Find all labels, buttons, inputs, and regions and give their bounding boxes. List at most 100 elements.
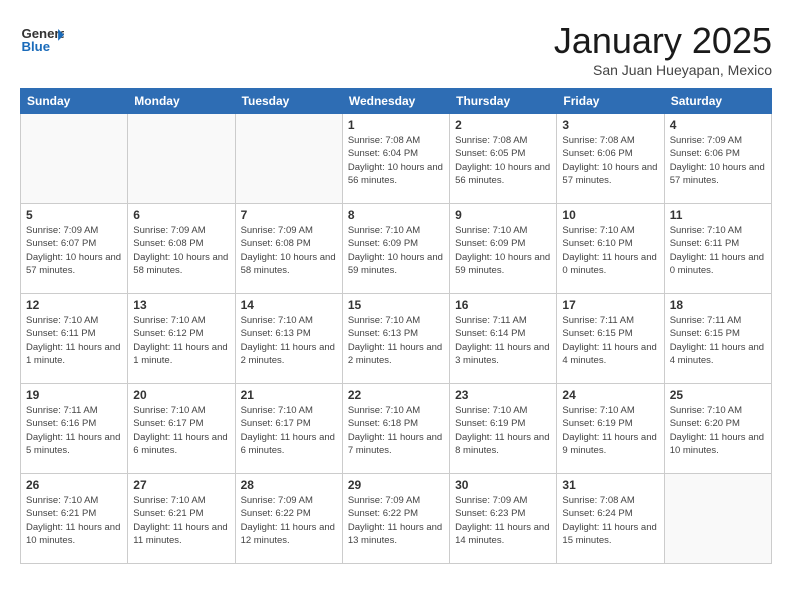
calendar-cell: 13Sunrise: 7:10 AMSunset: 6:12 PMDayligh…	[128, 294, 235, 384]
calendar-cell: 1 Sunrise: 7:08 AMSunset: 6:04 PMDaylight…	[342, 114, 449, 204]
day-number: 4	[670, 118, 766, 132]
day-number: 18	[670, 298, 766, 312]
day-info: Sunrise: 7:08 AMSunset: 6:05 PMDaylight:…	[455, 134, 551, 187]
day-info: Sunrise: 7:09 AMSunset: 6:22 PMDaylight:…	[348, 494, 444, 547]
calendar-cell: 27 Sunrise: 7:10 AMSunset: 6:21 PMDayligh…	[128, 474, 235, 564]
day-info: Sunrise: 7:10 AMSunset: 6:11 PMDaylight:…	[26, 314, 122, 367]
day-number: 29	[348, 478, 444, 492]
day-info: Sunrise: 7:09 AMSunset: 6:08 PMDaylight:…	[133, 224, 229, 277]
calendar-cell: 8 Sunrise: 7:10 AMSunset: 6:09 PMDaylight…	[342, 204, 449, 294]
calendar-cell: 14Sunrise: 7:10 AMSunset: 6:13 PMDayligh…	[235, 294, 342, 384]
calendar-cell	[235, 114, 342, 204]
calendar-week-row: 26Sunrise: 7:10 AMSunset: 6:21 PMDayligh…	[21, 474, 772, 564]
day-number: 12	[26, 298, 122, 312]
day-info: Sunrise: 7:09 AMSunset: 6:23 PMDaylight:…	[455, 494, 551, 547]
calendar-week-row: 12 Sunrise: 7:10 AMSunset: 6:11 PMDayligh…	[21, 294, 772, 384]
calendar-cell: 12 Sunrise: 7:10 AMSunset: 6:11 PMDayligh…	[21, 294, 128, 384]
calendar-cell: 16Sunrise: 7:11 AMSunset: 6:14 PMDayligh…	[450, 294, 557, 384]
calendar-cell: 25 Sunrise: 7:10 AMSunset: 6:20 PMDayligh…	[664, 384, 771, 474]
day-number: 30	[455, 478, 551, 492]
day-info: Sunrise: 7:10 AMSunset: 6:21 PMDaylight:…	[133, 494, 229, 547]
day-info: Sunrise: 7:10 AMSunset: 6:11 PMDaylight:…	[670, 224, 766, 277]
calendar-cell: 11 Sunrise: 7:10 AMSunset: 6:11 PMDayligh…	[664, 204, 771, 294]
logo: General Blue	[20, 20, 64, 60]
day-info: Sunrise: 7:10 AMSunset: 6:21 PMDaylight:…	[26, 494, 122, 547]
calendar-week-row: 5 Sunrise: 7:09 AMSunset: 6:07 PMDaylight…	[21, 204, 772, 294]
day-info: Sunrise: 7:09 AMSunset: 6:22 PMDaylight:…	[241, 494, 337, 547]
calendar-cell	[21, 114, 128, 204]
day-info: Sunrise: 7:10 AMSunset: 6:09 PMDaylight:…	[455, 224, 551, 277]
calendar-cell: 18 Sunrise: 7:11 AMSunset: 6:15 PMDayligh…	[664, 294, 771, 384]
day-number: 6	[133, 208, 229, 222]
day-number: 16	[455, 298, 551, 312]
col-header-tuesday: Tuesday	[235, 89, 342, 114]
day-number: 21	[241, 388, 337, 402]
calendar-cell: 9Sunrise: 7:10 AMSunset: 6:09 PMDaylight…	[450, 204, 557, 294]
day-info: Sunrise: 7:11 AMSunset: 6:15 PMDaylight:…	[670, 314, 766, 367]
calendar-cell: 15 Sunrise: 7:10 AMSunset: 6:13 PMDayligh…	[342, 294, 449, 384]
calendar-cell	[664, 474, 771, 564]
day-number: 8	[348, 208, 444, 222]
day-info: Sunrise: 7:10 AMSunset: 6:19 PMDaylight:…	[455, 404, 551, 457]
day-info: Sunrise: 7:10 AMSunset: 6:20 PMDaylight:…	[670, 404, 766, 457]
day-info: Sunrise: 7:09 AMSunset: 6:06 PMDaylight:…	[670, 134, 766, 187]
day-number: 17	[562, 298, 658, 312]
day-info: Sunrise: 7:09 AMSunset: 6:08 PMDaylight:…	[241, 224, 337, 277]
calendar-cell: 7 Sunrise: 7:09 AMSunset: 6:08 PMDaylight…	[235, 204, 342, 294]
calendar-cell: 22 Sunrise: 7:10 AMSunset: 6:18 PMDayligh…	[342, 384, 449, 474]
day-info: Sunrise: 7:08 AMSunset: 6:06 PMDaylight:…	[562, 134, 658, 187]
day-info: Sunrise: 7:10 AMSunset: 6:13 PMDaylight:…	[348, 314, 444, 367]
day-info: Sunrise: 7:10 AMSunset: 6:13 PMDaylight:…	[241, 314, 337, 367]
col-header-thursday: Thursday	[450, 89, 557, 114]
day-number: 15	[348, 298, 444, 312]
col-header-saturday: Saturday	[664, 89, 771, 114]
calendar-cell: 2Sunrise: 7:08 AMSunset: 6:05 PMDaylight…	[450, 114, 557, 204]
month-title: January 2025	[554, 20, 772, 62]
day-info: Sunrise: 7:10 AMSunset: 6:10 PMDaylight:…	[562, 224, 658, 277]
day-info: Sunrise: 7:10 AMSunset: 6:09 PMDaylight:…	[348, 224, 444, 277]
day-info: Sunrise: 7:08 AMSunset: 6:04 PMDaylight:…	[348, 134, 444, 187]
day-number: 25	[670, 388, 766, 402]
calendar-week-row: 19 Sunrise: 7:11 AMSunset: 6:16 PMDayligh…	[21, 384, 772, 474]
title-block: January 2025 San Juan Hueyapan, Mexico	[554, 20, 772, 78]
day-number: 13	[133, 298, 229, 312]
day-info: Sunrise: 7:10 AMSunset: 6:18 PMDaylight:…	[348, 404, 444, 457]
day-number: 20	[133, 388, 229, 402]
calendar-cell: 23 Sunrise: 7:10 AMSunset: 6:19 PMDayligh…	[450, 384, 557, 474]
day-info: Sunrise: 7:09 AMSunset: 6:07 PMDaylight:…	[26, 224, 122, 277]
day-info: Sunrise: 7:11 AMSunset: 6:16 PMDaylight:…	[26, 404, 122, 457]
day-number: 1	[348, 118, 444, 132]
day-info: Sunrise: 7:10 AMSunset: 6:19 PMDaylight:…	[562, 404, 658, 457]
page-header: General Blue January 2025 San Juan Hueya…	[20, 20, 772, 78]
calendar-cell: 24Sunrise: 7:10 AMSunset: 6:19 PMDayligh…	[557, 384, 664, 474]
calendar-cell: 17Sunrise: 7:11 AMSunset: 6:15 PMDayligh…	[557, 294, 664, 384]
calendar-header-row: SundayMondayTuesdayWednesdayThursdayFrid…	[21, 89, 772, 114]
day-number: 19	[26, 388, 122, 402]
col-header-monday: Monday	[128, 89, 235, 114]
day-number: 7	[241, 208, 337, 222]
day-number: 27	[133, 478, 229, 492]
day-number: 10	[562, 208, 658, 222]
calendar-cell: 5 Sunrise: 7:09 AMSunset: 6:07 PMDaylight…	[21, 204, 128, 294]
col-header-friday: Friday	[557, 89, 664, 114]
calendar-cell: 28 Sunrise: 7:09 AMSunset: 6:22 PMDayligh…	[235, 474, 342, 564]
day-number: 3	[562, 118, 658, 132]
day-number: 11	[670, 208, 766, 222]
calendar-table: SundayMondayTuesdayWednesdayThursdayFrid…	[20, 88, 772, 564]
day-info: Sunrise: 7:10 AMSunset: 6:17 PMDaylight:…	[241, 404, 337, 457]
day-number: 23	[455, 388, 551, 402]
day-number: 31	[562, 478, 658, 492]
calendar-cell: 30 Sunrise: 7:09 AMSunset: 6:23 PMDayligh…	[450, 474, 557, 564]
day-number: 28	[241, 478, 337, 492]
location: San Juan Hueyapan, Mexico	[554, 62, 772, 78]
calendar-cell: 6 Sunrise: 7:09 AMSunset: 6:08 PMDaylight…	[128, 204, 235, 294]
calendar-cell: 20Sunrise: 7:10 AMSunset: 6:17 PMDayligh…	[128, 384, 235, 474]
day-number: 22	[348, 388, 444, 402]
calendar-cell: 19 Sunrise: 7:11 AMSunset: 6:16 PMDayligh…	[21, 384, 128, 474]
day-number: 5	[26, 208, 122, 222]
svg-text:Blue: Blue	[21, 39, 50, 54]
calendar-cell	[128, 114, 235, 204]
calendar-cell: 21 Sunrise: 7:10 AMSunset: 6:17 PMDayligh…	[235, 384, 342, 474]
calendar-cell: 4 Sunrise: 7:09 AMSunset: 6:06 PMDaylight…	[664, 114, 771, 204]
calendar-cell: 29 Sunrise: 7:09 AMSunset: 6:22 PMDayligh…	[342, 474, 449, 564]
